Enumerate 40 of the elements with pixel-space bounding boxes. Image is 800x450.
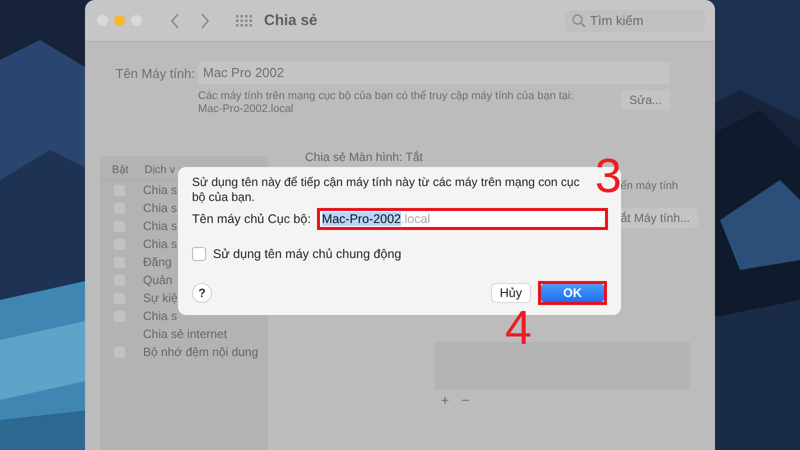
forward-icon[interactable] (200, 12, 210, 28)
list-item[interactable]: Đăng (143, 255, 172, 269)
list-button[interactable]: − (458, 392, 472, 408)
input-field[interactable]: Mac-Pro-2002.local (320, 211, 605, 227)
list-item[interactable]: Chia sẻ internet (143, 327, 228, 341)
edit-button[interactable]: Sửa... (621, 90, 670, 110)
input-field[interactable]: Mac Pro 2002 (198, 62, 670, 84)
step-number: 4 (505, 305, 532, 353)
checkbox-label: Sử dụng tên máy chủ chung động (213, 247, 402, 261)
dialog-message: Sử dụng tên này để tiếp cận máy tính này từ các máy trên mạng con cục bộ của bạn. (192, 175, 581, 205)
search-icon[interactable] (572, 14, 586, 28)
list-item[interactable]: Chia s (143, 219, 178, 233)
list-item[interactable]: Chia s (143, 183, 178, 197)
selected-text: Mac-Pro-2002 (322, 212, 402, 226)
list-item[interactable]: Sự kiệ (143, 291, 178, 305)
field-label: Tên máy chủ Cục bộ: (192, 212, 311, 226)
ok-button[interactable]: OK (541, 284, 604, 302)
field-suffix-text: .local (401, 212, 430, 226)
description-text: Các máy tính trên mạng cục bộ của bạn có thể truy cập máy tính của bạn tại: (198, 90, 574, 103)
step-number: 3 (595, 153, 622, 201)
window-title: Chia sẻ (264, 12, 318, 29)
list-item[interactable]: Chia s (143, 309, 178, 323)
help-button[interactable]: ? (192, 283, 212, 303)
list-item[interactable]: Chia s (143, 237, 178, 251)
status-text: Chia sẻ Màn hình: Tắt (305, 150, 423, 164)
list-item[interactable]: Quản (143, 273, 172, 287)
description-text: ển máy tính (620, 180, 678, 192)
checkbox[interactable] (192, 247, 206, 261)
list-item[interactable]: Bộ nhớ đệm nội dung (143, 345, 258, 359)
address-text: Mac-Pro-2002.local (198, 103, 294, 116)
field-label: Tên Máy tính: (114, 65, 195, 81)
column-header: Bật (112, 164, 129, 176)
list-item[interactable]: Chia s (143, 201, 178, 215)
cancel-button[interactable]: Hủy (490, 283, 531, 303)
list-button[interactable]: + (438, 392, 452, 408)
grid-icon[interactable] (236, 14, 252, 26)
column-header: Dịch v (144, 164, 176, 176)
window-control-button[interactable] (114, 15, 125, 26)
search-field[interactable]: Tìm kiếm (565, 10, 705, 32)
back-icon[interactable] (170, 12, 180, 28)
